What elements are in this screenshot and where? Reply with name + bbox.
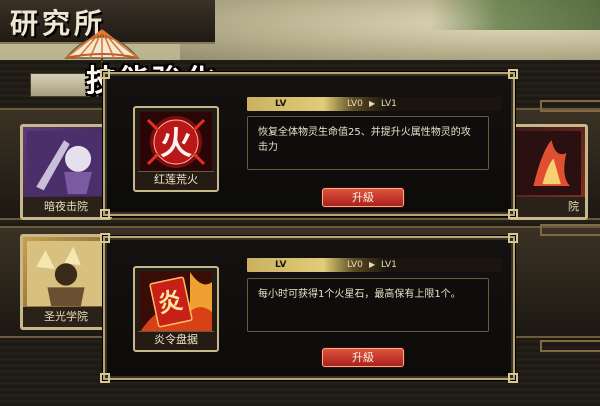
skill-glyph: 火 <box>160 124 192 162</box>
side-card-holy-academy[interactable]: 圣光学院 <box>20 234 112 330</box>
skill-panel: 炎 炎令盘据 LV LV0 ▶ LV1 每小时可获得1个火星石，最高保有上限1个… <box>100 233 518 383</box>
panel-corner <box>508 209 518 219</box>
panel-corner <box>508 233 518 243</box>
decorative-fret <box>540 224 600 236</box>
panel-corner <box>100 69 110 79</box>
skill-name: 炎令盘据 <box>138 331 214 347</box>
skill-description: 恢复全体物灵生命值25、并提升火属性物灵的攻击力 <box>258 127 471 153</box>
level-label: LV <box>275 260 287 270</box>
upgrade-button[interactable]: 升級 <box>322 188 404 207</box>
skill-description-box: 恢复全体物灵生命值25、并提升火属性物灵的攻击力 <box>247 116 489 170</box>
level-bar: LV LV0 ▶ LV1 <box>247 97 502 111</box>
skill-name: 红莲荒火 <box>138 171 214 187</box>
level-next: LV1 <box>381 99 397 109</box>
decorative-fret <box>540 100 600 112</box>
skill-icon-frame[interactable]: 炎 炎令盘据 <box>133 266 219 352</box>
upgrade-button[interactable]: 升級 <box>322 348 404 367</box>
background-foliage <box>430 0 600 30</box>
skill-description: 每小时可获得1个火星石，最高保有上限1个。 <box>258 289 461 300</box>
panel-corner <box>100 373 110 383</box>
red-lotus-fire-icon: 火 <box>140 112 212 172</box>
skill-panel: 火 红莲荒火 LV LV0 ▶ LV1 恢复全体物灵生命值25、并提升火属性物灵… <box>100 69 518 219</box>
dark-warrior-art-icon <box>27 131 105 196</box>
skill-icon-frame[interactable]: 火 红莲荒火 <box>133 106 219 192</box>
level-arrow-icon: ▶ <box>369 260 376 269</box>
level-next: LV1 <box>381 260 397 270</box>
holy-warrior-art-icon <box>27 241 105 306</box>
panel-corner <box>508 69 518 79</box>
side-card-label: 院 <box>511 197 585 217</box>
fire-spirit-art-icon <box>515 131 581 196</box>
panel-corner <box>100 233 110 243</box>
side-card-label: 暗夜击院 <box>23 197 109 217</box>
side-card-label: 圣光学院 <box>23 307 109 327</box>
decorative-fret <box>540 340 600 352</box>
level-bar: LV LV0 ▶ LV1 <box>247 258 502 272</box>
level-current: LV0 <box>347 260 363 270</box>
side-card-right[interactable]: 院 <box>508 124 588 220</box>
panel-corner <box>100 209 110 219</box>
level-arrow-icon: ▶ <box>369 99 376 108</box>
skill-description-box: 每小时可获得1个火星石，最高保有上限1个。 <box>247 278 489 332</box>
side-card-dark-academy[interactable]: 暗夜击院 <box>20 124 112 220</box>
level-label: LV <box>275 99 287 109</box>
level-current: LV0 <box>347 99 363 109</box>
panel-corner <box>508 373 518 383</box>
flame-order-icon: 炎 <box>140 272 212 332</box>
